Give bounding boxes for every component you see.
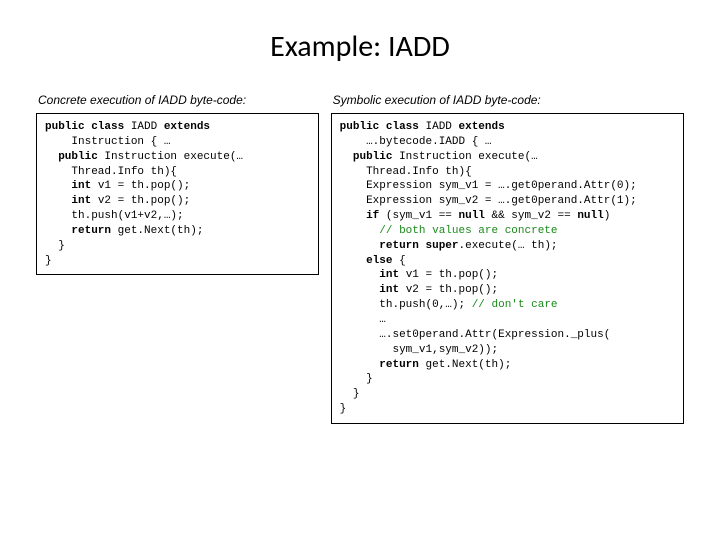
code-text: ….bytecode.IADD { … <box>340 136 492 148</box>
code-kw: else <box>340 255 393 267</box>
code-text: && sym_v2 == <box>485 210 577 222</box>
code-kw: int <box>340 284 399 296</box>
code-text: Expression sym_v2 = ….get0perand.Attr(1)… <box>340 195 637 207</box>
code-text: v2 = th.pop(); <box>399 284 498 296</box>
columns: Concrete execution of IADD byte-code: pu… <box>36 93 684 424</box>
right-caption: Symbolic execution of IADD byte-code: <box>333 93 684 107</box>
code-text: Instruction execute(… <box>392 151 537 163</box>
code-kw: null <box>577 210 603 222</box>
code-kw: public class <box>45 121 124 133</box>
code-text: Thread.Info th){ <box>45 166 177 178</box>
code-kw: return super <box>340 240 459 252</box>
code-text: … <box>340 314 386 326</box>
left-caption: Concrete execution of IADD byte-code: <box>38 93 319 107</box>
code-text: th.push(v1+v2,…); <box>45 210 184 222</box>
code-kw: public <box>340 151 393 163</box>
code-kw: int <box>340 269 399 281</box>
code-text: v1 = th.pop(); <box>399 269 498 281</box>
code-text: Expression sym_v1 = ….get0perand.Attr(0)… <box>340 180 637 192</box>
code-text: ) <box>604 210 611 222</box>
code-text: v1 = th.pop(); <box>91 180 190 192</box>
code-text: v2 = th.pop(); <box>91 195 190 207</box>
left-codebox: public class IADD extends Instruction { … <box>36 113 319 275</box>
code-kw: if <box>340 210 380 222</box>
code-text: } <box>45 255 52 267</box>
code-comment: // both values are concrete <box>340 225 558 237</box>
code-text: IADD <box>124 121 164 133</box>
code-text: sym_v1,sym_v2)); <box>340 344 498 356</box>
code-kw: extends <box>164 121 210 133</box>
code-text: Thread.Info th){ <box>340 166 472 178</box>
right-column: Symbolic execution of IADD byte-code: pu… <box>331 93 684 424</box>
code-text: get.Next(th); <box>111 225 203 237</box>
code-kw: int <box>45 195 91 207</box>
code-kw: public class <box>340 121 419 133</box>
right-codebox: public class IADD extends ….bytecode.IAD… <box>331 113 684 424</box>
code-text: .execute(… th); <box>459 240 558 252</box>
code-text: Instruction { … <box>45 136 170 148</box>
code-text: Instruction execute(… <box>98 151 243 163</box>
slide: Example: IADD Concrete execution of IADD… <box>0 0 720 540</box>
code-kw: return <box>45 225 111 237</box>
left-column: Concrete execution of IADD byte-code: pu… <box>36 93 319 424</box>
code-comment: // don't care <box>472 299 558 311</box>
code-text: } <box>340 388 360 400</box>
code-text: get.Next(th); <box>419 359 511 371</box>
code-text: th.push(0,…); <box>340 299 472 311</box>
code-text: ….set0perand.Attr(Expression._plus( <box>340 329 611 341</box>
slide-title: Example: IADD <box>36 28 684 65</box>
code-text: IADD <box>419 121 459 133</box>
code-kw: null <box>459 210 485 222</box>
code-text: (sym_v1 == <box>379 210 458 222</box>
code-kw: int <box>45 180 91 192</box>
code-kw: return <box>340 359 419 371</box>
code-text: } <box>45 240 65 252</box>
code-text: { <box>392 255 405 267</box>
code-text: } <box>340 403 347 415</box>
code-text: } <box>340 373 373 385</box>
code-kw: public <box>45 151 98 163</box>
code-kw: extends <box>459 121 505 133</box>
